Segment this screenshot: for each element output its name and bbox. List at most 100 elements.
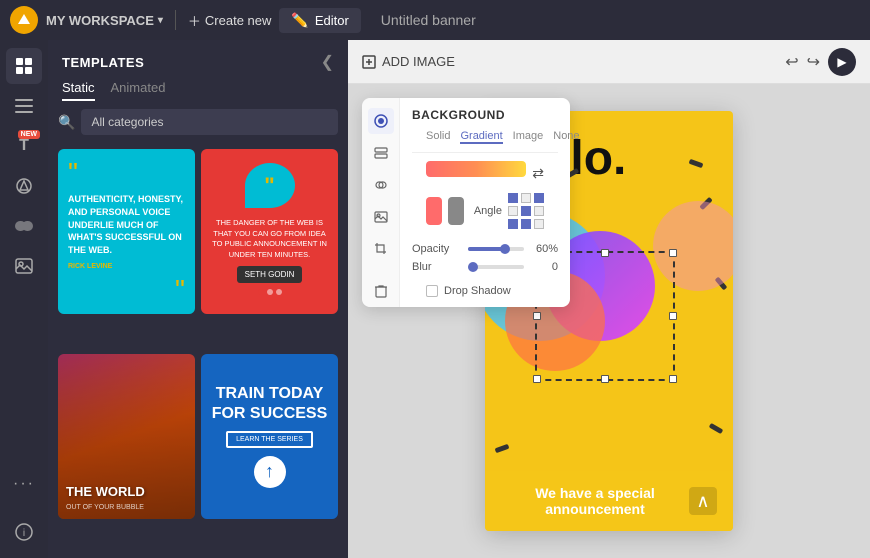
play-button[interactable]: ▶: [828, 48, 856, 76]
opacity-row: Opacity 60%: [412, 243, 558, 255]
logo: [10, 6, 38, 34]
sidebar-item-elements[interactable]: [6, 168, 42, 204]
tab-animated[interactable]: Animated: [111, 80, 166, 101]
pencil-icon: ✏️: [291, 12, 308, 29]
chevron-down-icon: ▾: [158, 15, 163, 26]
grid-dot-1: [508, 193, 518, 203]
add-image-label: ADD IMAGE: [382, 54, 455, 69]
sel-handle-mr[interactable]: [669, 312, 677, 320]
create-new-button[interactable]: ＋ Create new: [188, 11, 272, 30]
bg-tab-image[interactable]: Image: [513, 130, 544, 144]
sidebar-item-info[interactable]: i: [6, 514, 42, 550]
author-button-2: SETH GODIN: [237, 266, 303, 283]
sel-handle-ml[interactable]: [533, 312, 541, 320]
add-image-button[interactable]: ADD IMAGE: [362, 54, 455, 69]
opacity-fill: [468, 247, 502, 251]
speech-bubble: ": [245, 163, 295, 208]
bg-delete-tool[interactable]: [368, 281, 394, 307]
canvas-area: ADD IMAGE ↩ ↪ ▶: [348, 40, 870, 558]
bg-link-tool[interactable]: [368, 172, 394, 198]
quote-top-icon: ": [68, 159, 185, 187]
blur-slider[interactable]: [468, 265, 524, 269]
quote-bottom-icon: ": [68, 276, 185, 304]
template-quote-text: AUTHENTICITY, HONESTY, AND PERSONAL VOIC…: [68, 193, 185, 256]
dot-3: [276, 289, 282, 295]
drop-shadow-row: Drop Shadow: [412, 285, 558, 297]
sidebar-item-media[interactable]: [6, 248, 42, 284]
template-tabs: Static Animated: [48, 72, 348, 101]
bg-tabs: Solid Gradient Image None: [412, 130, 558, 153]
upload-circle-button[interactable]: ↑: [254, 456, 286, 488]
search-icon: 🔍: [58, 114, 75, 131]
gradient-section: ⇄ Angle: [412, 153, 558, 243]
drop-shadow-checkbox[interactable]: [426, 285, 438, 297]
main-content: T NEW ··· i TEMPLATES ❮ Static Animated: [0, 40, 870, 558]
bg-left-strip: [362, 98, 400, 307]
template-card-2[interactable]: " THE DANGER OF THE WEB IS THAT YOU CAN …: [201, 149, 338, 314]
workspace-label: MY WORKSPACE: [46, 13, 154, 28]
opacity-value: 60%: [530, 243, 558, 255]
template-author: RICK LEVINE: [68, 263, 185, 270]
sel-handle-bm[interactable]: [601, 375, 609, 383]
color-stop-2[interactable]: [448, 197, 464, 225]
learn-button: LEARN THE SERIES: [226, 431, 313, 448]
category-select[interactable]: All categories Social Media Banners: [81, 109, 338, 135]
editor-button[interactable]: ✏️ Editor: [279, 8, 360, 33]
template-card-1[interactable]: " AUTHENTICITY, HONESTY, AND PERSONAL VO…: [58, 149, 195, 314]
panel-header: TEMPLATES ❮: [48, 40, 348, 72]
train-headline: TRAIN TODAY FOR SUCCESS: [211, 384, 328, 422]
grid-dot-3: [534, 193, 544, 203]
sidebar-item-templates[interactable]: [6, 48, 42, 84]
canvas-bottom-label: We have a special announcement: [501, 485, 689, 517]
opacity-slider[interactable]: [468, 247, 524, 251]
templates-grid: " AUTHENTICITY, HONESTY, AND PERSONAL VO…: [48, 143, 348, 558]
bg-right-panel: BACKGROUND Solid Gradient Image None ⇄: [400, 98, 570, 307]
bg-color-tool[interactable]: [368, 108, 394, 134]
template-card-3[interactable]: THE WORLD OUT OF YOUR BUBBLE: [58, 354, 195, 519]
grid-dot-8: [521, 219, 531, 229]
panel-close-button[interactable]: ❮: [321, 52, 334, 72]
editor-label: Editor: [315, 13, 349, 28]
gradient-bar[interactable]: [426, 161, 526, 177]
panel-title: TEMPLATES: [62, 55, 144, 70]
sidebar-item-text[interactable]: T NEW: [6, 128, 42, 164]
create-new-label: Create new: [205, 13, 271, 28]
template-text-2: THE DANGER OF THE WEB IS THAT YOU CAN GO…: [211, 218, 328, 260]
bg-crop-tool[interactable]: [368, 236, 394, 262]
color-stop-1[interactable]: [426, 197, 442, 225]
dot-2: [267, 289, 273, 295]
templates-panel: TEMPLATES ❮ Static Animated 🔍 All catego…: [48, 40, 348, 558]
opacity-thumb: [500, 244, 510, 254]
canvas-chevron-icon[interactable]: ∧: [689, 487, 717, 515]
grid-dot-5: [521, 206, 531, 216]
bg-tab-none[interactable]: None: [553, 130, 579, 144]
toolbar-actions: ↩ ↪ ▶: [785, 48, 856, 76]
angle-label: Angle: [474, 205, 502, 217]
sidebar-item-links[interactable]: [6, 208, 42, 244]
bg-panel-title: BACKGROUND: [412, 108, 558, 122]
sel-handle-tm[interactable]: [601, 249, 609, 257]
sel-handle-br[interactable]: [669, 375, 677, 383]
sel-handle-tr[interactable]: [669, 249, 677, 257]
opacity-label: Opacity: [412, 243, 462, 255]
gradient-row: ⇄: [426, 161, 544, 185]
sidebar-item-layers[interactable]: [6, 88, 42, 124]
plus-icon: ＋: [188, 11, 201, 30]
redo-button[interactable]: ↪: [807, 52, 820, 72]
angle-grid[interactable]: [508, 193, 544, 229]
bg-image-tool[interactable]: [368, 204, 394, 230]
workspace-button[interactable]: MY WORKSPACE ▾: [46, 13, 163, 28]
bubble-quote-icon: ": [264, 173, 274, 199]
bg-layers-tool[interactable]: [368, 140, 394, 166]
template-card-4[interactable]: TRAIN TODAY FOR SUCCESS LEARN THE SERIES…: [201, 354, 338, 519]
bg-tab-solid[interactable]: Solid: [426, 130, 450, 144]
drop-shadow-label: Drop Shadow: [444, 285, 511, 297]
bg-tab-gradient[interactable]: Gradient: [460, 130, 502, 144]
blur-value: 0: [530, 261, 558, 273]
sel-handle-bl[interactable]: [533, 375, 541, 383]
sidebar-item-more[interactable]: ···: [6, 466, 42, 502]
tab-static[interactable]: Static: [62, 80, 95, 101]
gradient-swap-icon[interactable]: ⇄: [532, 165, 544, 182]
template-text-3-wrap: THE WORLD OUT OF YOUR BUBBLE: [66, 485, 187, 510]
undo-button[interactable]: ↩: [785, 52, 798, 72]
